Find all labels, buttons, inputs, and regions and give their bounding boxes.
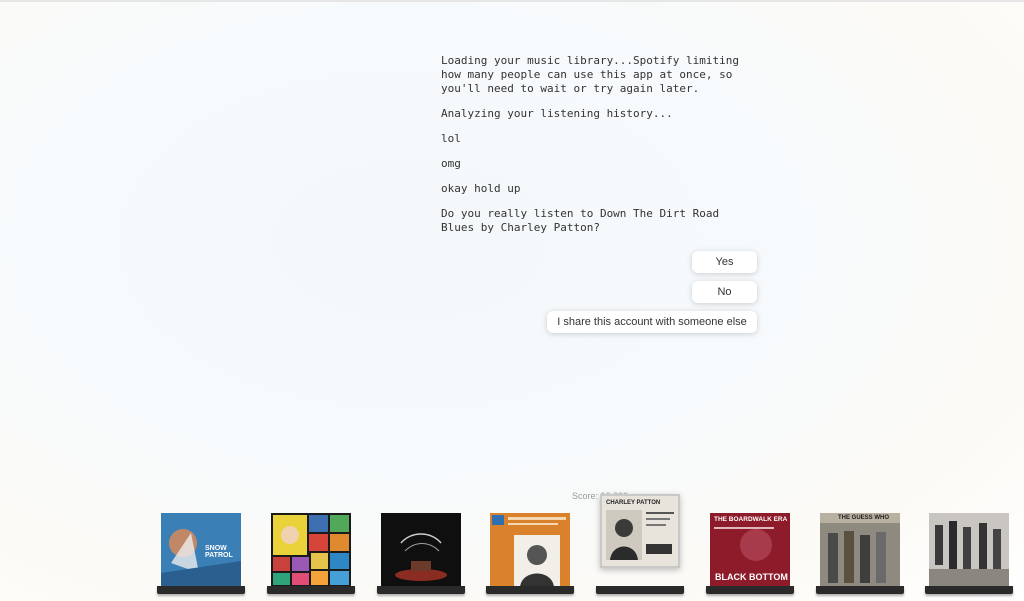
album-title: SNOW PATROL (205, 545, 233, 559)
album-art-image (381, 513, 461, 587)
album-stand (596, 586, 684, 594)
album-stand (816, 586, 904, 594)
album-cover-current[interactable]: CHARLEY PATTON (600, 494, 680, 568)
album-stand (925, 586, 1013, 594)
album-cover[interactable] (490, 513, 570, 587)
album-art (271, 513, 351, 587)
album-stand (706, 586, 794, 594)
album-stand (157, 586, 245, 594)
album-title: THE BOARDWALK ERA (714, 516, 788, 523)
album-cover[interactable] (271, 513, 351, 587)
album-art-image (820, 513, 900, 587)
album-title: THE GUESS WHO (838, 515, 890, 521)
album-art-image (929, 513, 1009, 587)
album-cover[interactable] (381, 513, 461, 587)
album-art: CHARLEY PATTON (600, 494, 680, 568)
album-stand (486, 586, 574, 594)
album-subtitle: BLACK BOTTOM (715, 572, 788, 582)
album-art (490, 513, 570, 587)
album-stand (377, 586, 465, 594)
album-art: SNOW PATROL (161, 513, 241, 587)
album-cover[interactable]: SNOW PATROL (161, 513, 241, 587)
album-art (381, 513, 461, 587)
album-title: CHARLEY PATTON (606, 500, 661, 506)
album-stand (267, 586, 355, 594)
album-art: THE GUESS WHO (820, 513, 900, 587)
album-cover[interactable] (929, 513, 1009, 587)
album-art-image (602, 496, 678, 566)
album-cover[interactable]: THE BOARDWALK ERA BLACK BOTTOM (710, 513, 790, 587)
album-art-image (271, 513, 351, 587)
album-shelf: SNOW PATROL CHARLEY PATTON THE BOARDWALK… (0, 0, 1024, 601)
album-art-image (490, 513, 570, 587)
album-art: THE BOARDWALK ERA BLACK BOTTOM (710, 513, 790, 587)
album-art (929, 513, 1009, 587)
album-cover[interactable]: THE GUESS WHO (820, 513, 900, 587)
